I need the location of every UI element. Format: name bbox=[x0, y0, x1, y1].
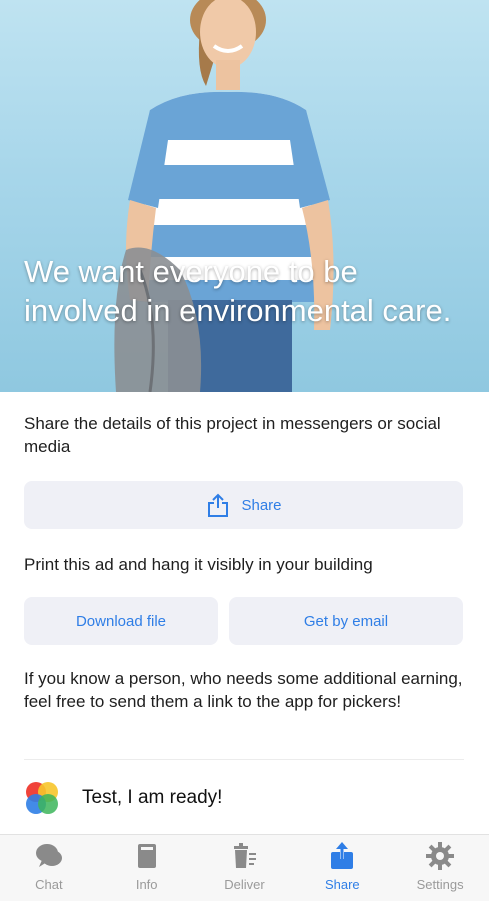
ready-label: Test, I am ready! bbox=[82, 787, 223, 808]
bottom-tab-bar: Chat Info Deliver Share Settings bbox=[0, 834, 489, 901]
share-button[interactable]: Share bbox=[24, 481, 463, 529]
chat-icon bbox=[35, 844, 62, 867]
share-icon bbox=[331, 842, 354, 869]
section-divider bbox=[24, 759, 464, 760]
get-by-email-button[interactable]: Get by email bbox=[229, 597, 463, 645]
hero-photo bbox=[114, 0, 334, 392]
hero-title: We want everyone to be involved in envir… bbox=[24, 254, 452, 328]
tab-share-label: Share bbox=[324, 877, 360, 892]
tab-settings-label: Settings bbox=[416, 877, 464, 892]
tab-deliver[interactable]: Deliver bbox=[196, 835, 294, 901]
share-button-label: Share bbox=[241, 496, 282, 514]
tab-info-label: Info bbox=[135, 877, 158, 892]
tab-chat[interactable]: Chat bbox=[0, 835, 98, 901]
print-description: Print this ad and hang it visibly in you… bbox=[24, 555, 373, 574]
share-description: Share the details of this project in mes… bbox=[24, 414, 441, 456]
tab-chat-label: Chat bbox=[35, 877, 63, 892]
tab-settings[interactable]: Settings bbox=[391, 835, 489, 901]
gear-icon bbox=[426, 842, 455, 870]
tab-deliver-label: Deliver bbox=[224, 877, 265, 892]
app-logo-icon bbox=[26, 782, 58, 814]
hero-banner: We want everyone to be involved in envir… bbox=[0, 0, 489, 392]
download-file-button[interactable]: Download file bbox=[24, 597, 218, 645]
tab-share[interactable]: Share bbox=[293, 835, 391, 901]
ready-row[interactable]: Test, I am ready! bbox=[0, 766, 489, 830]
book-icon bbox=[137, 844, 156, 868]
trash-icon bbox=[234, 843, 257, 868]
tab-info[interactable]: Info bbox=[98, 835, 196, 901]
invite-description: If you know a person, who needs some add… bbox=[24, 669, 463, 711]
download-file-label: Download file bbox=[75, 612, 167, 630]
get-by-email-label: Get by email bbox=[303, 612, 389, 630]
share-icon bbox=[208, 493, 229, 517]
